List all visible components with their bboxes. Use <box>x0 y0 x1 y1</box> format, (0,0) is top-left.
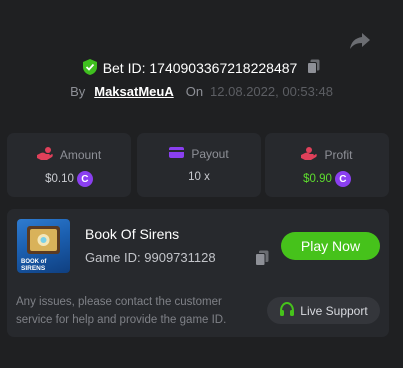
hand-coins-icon <box>36 146 53 163</box>
on-label: On <box>185 83 204 99</box>
game-thumbnail[interactable]: BOOK of SIRENS <box>17 219 70 273</box>
profit-card: Profit $0.90 C <box>265 133 389 197</box>
bet-id-label: Bet ID: <box>102 60 146 76</box>
payout-card: Payout 10 x <box>137 133 261 197</box>
payout-label: Payout <box>191 147 229 161</box>
share-icon[interactable] <box>349 31 371 51</box>
thumb-text-line2: SIRENS <box>21 265 46 272</box>
hand-coins-icon <box>301 146 318 163</box>
game-id-value: 9909731128 <box>144 250 216 265</box>
bet-id-value: 1740903367218228487 <box>149 60 298 76</box>
wallet-icon <box>169 146 185 162</box>
payout-value: 10 x <box>188 171 210 183</box>
copy-game-id-icon[interactable] <box>255 250 269 271</box>
headset-icon <box>279 301 295 320</box>
game-id: Game ID: 9909731128 <box>85 250 216 265</box>
profit-label: Profit <box>324 147 353 162</box>
game-card: BOOK of SIRENS Book Of Sirens Game ID: 9… <box>7 209 389 337</box>
user-link[interactable]: MaksatMeuA <box>94 84 173 99</box>
amount-value: $0.10 <box>45 173 74 185</box>
bet-author-row: By MaksatMeuA On 12.08.2022, 00:53:48 <box>0 82 403 100</box>
copy-bet-id-icon[interactable] <box>307 59 320 77</box>
by-label: By <box>70 83 86 99</box>
amount-card: Amount $0.10 C <box>7 133 131 197</box>
bet-id-row: Bet ID: 1740903367218228487 <box>0 58 403 78</box>
live-support-label: Live Support <box>300 303 368 318</box>
play-now-button[interactable]: Play Now <box>281 232 380 260</box>
coin-icon: C <box>334 171 351 187</box>
shield-check-icon <box>82 58 97 78</box>
profit-value: $0.90 <box>303 173 332 185</box>
coin-icon: C <box>76 171 93 187</box>
game-id-label: Game ID: <box>85 250 141 265</box>
game-title: Book Of Sirens <box>85 226 180 242</box>
bet-date: 12.08.2022, 00:53:48 <box>210 83 333 99</box>
live-support-button[interactable]: Live Support <box>267 297 380 324</box>
help-text: Any issues, please contact the customer … <box>16 296 227 326</box>
amount-label: Amount <box>59 147 102 162</box>
